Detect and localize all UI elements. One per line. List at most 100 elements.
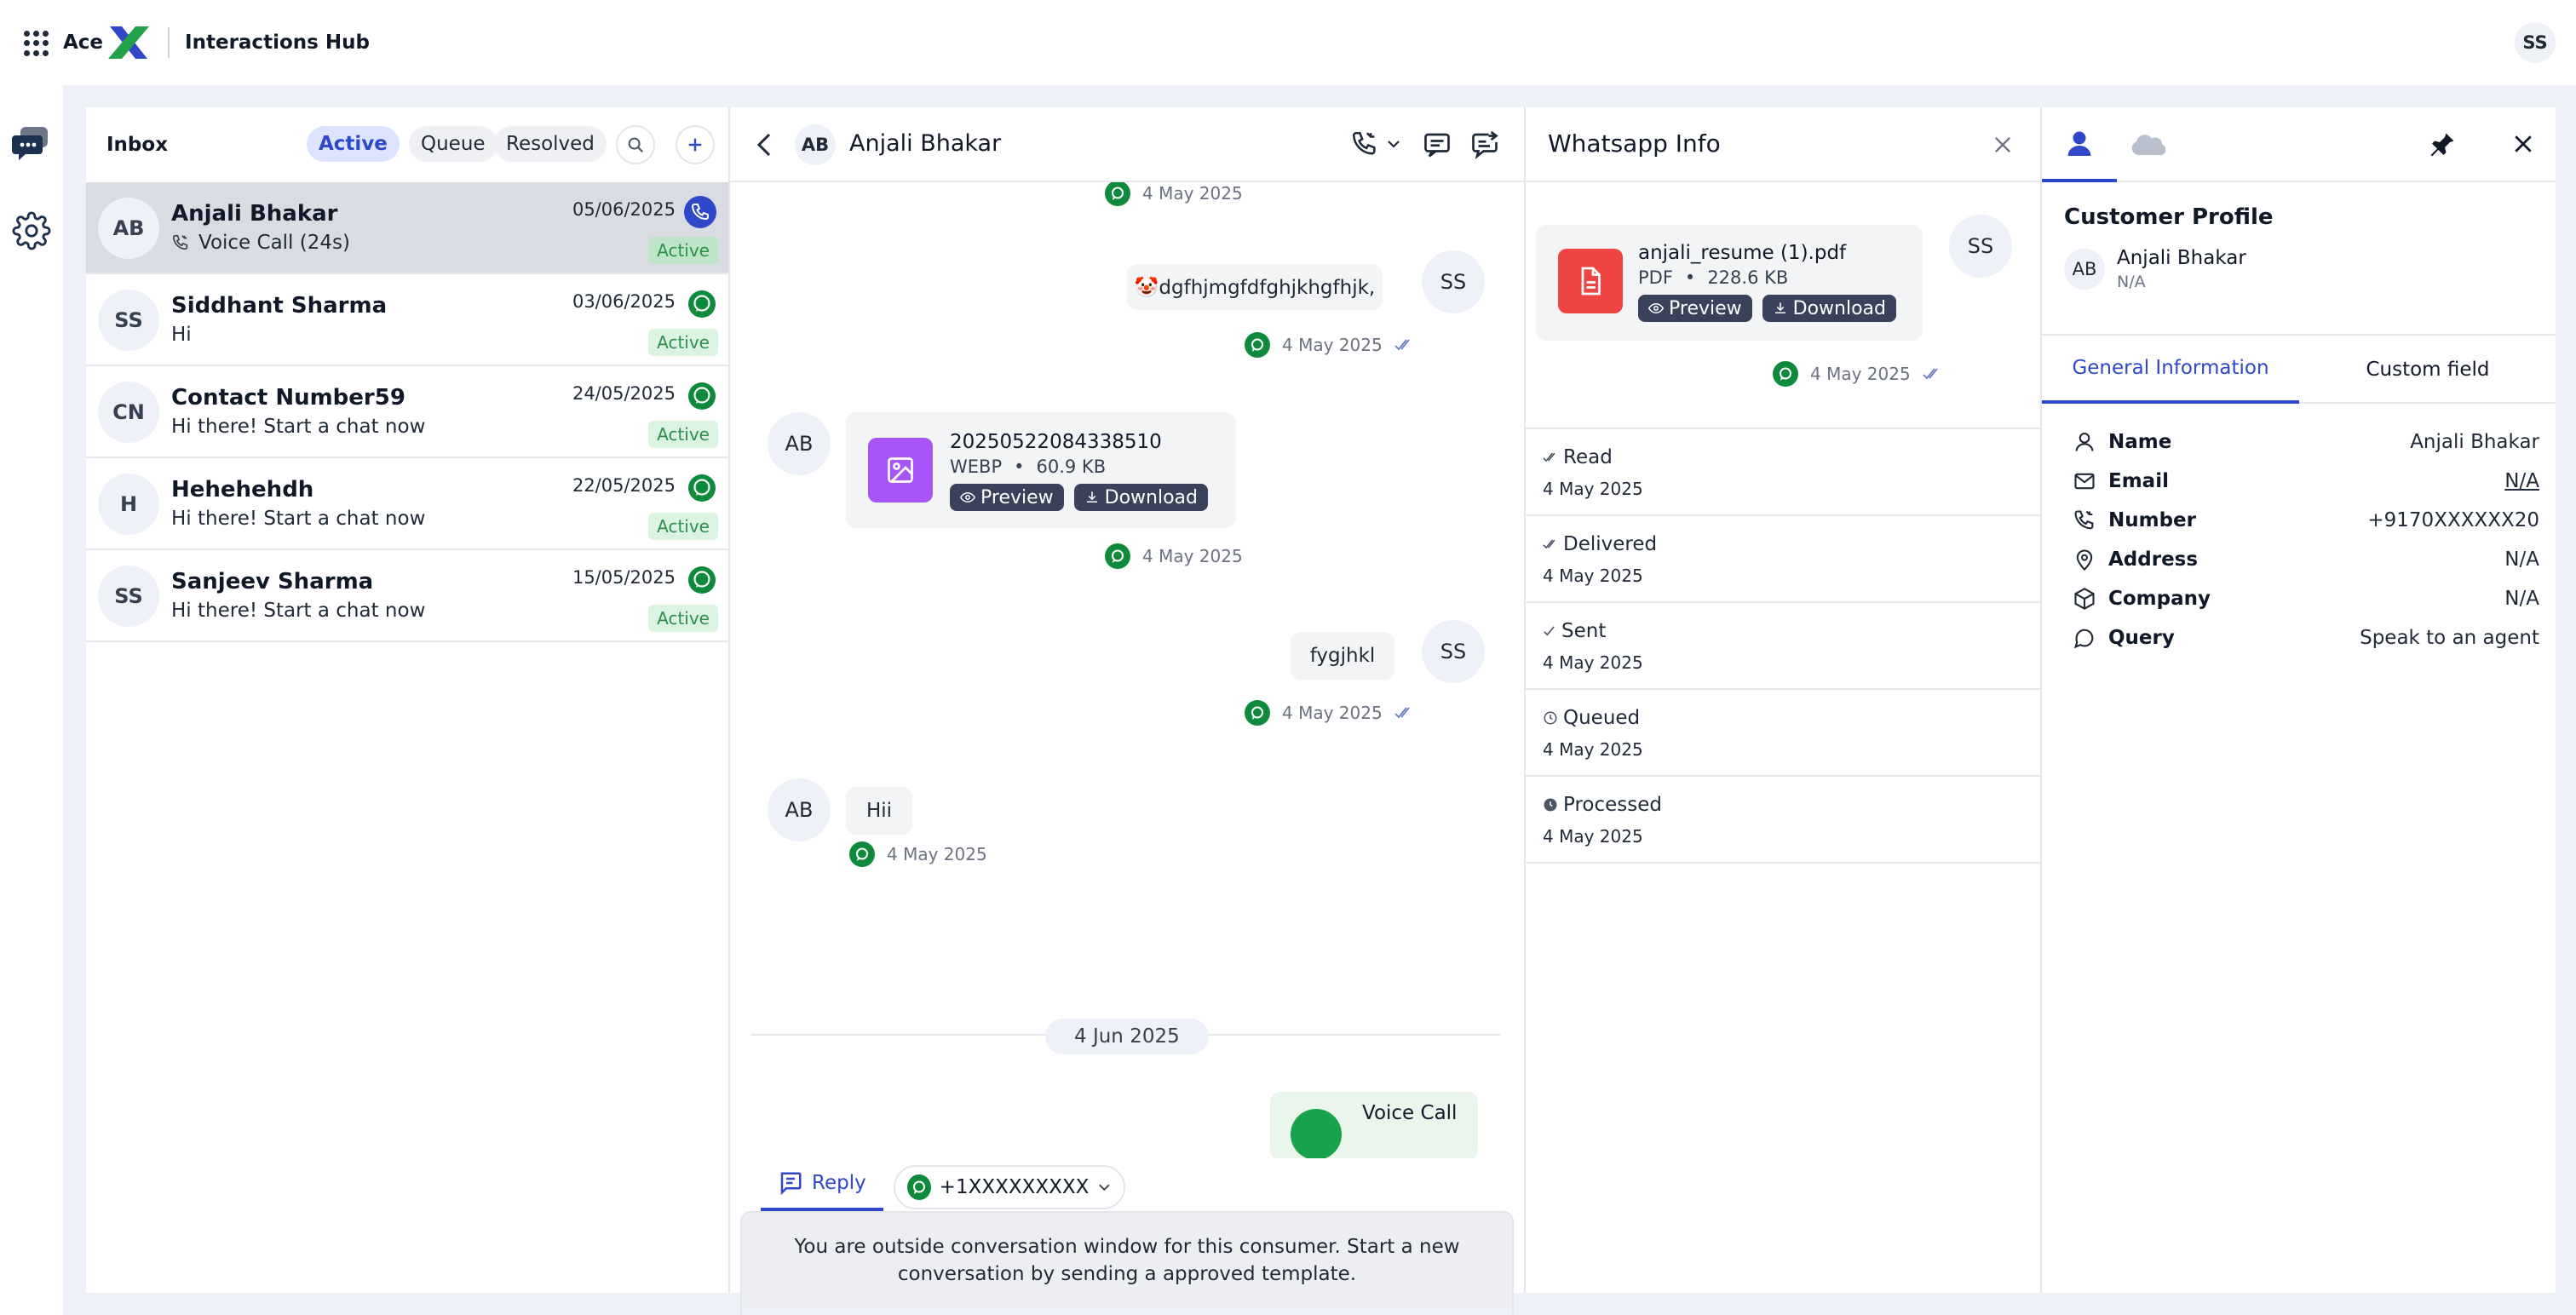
voice-call-label: Voice Call: [1362, 1102, 1458, 1124]
tab-general-information[interactable]: General Information: [2042, 336, 2299, 404]
field-value: +9170XXXXXX20: [2367, 509, 2539, 531]
conversation-item[interactable]: SS Sanjeev Sharma Hi there! Start a chat…: [86, 550, 728, 642]
whatsapp-icon: [687, 474, 716, 502]
status-delivered: Delivered 4 May 2025: [1526, 516, 2040, 603]
phone-icon: [1352, 131, 1376, 155]
transfer-chat-icon[interactable]: [1469, 129, 1500, 160]
contact-avatar: AB: [98, 198, 159, 259]
chevron-down-icon[interactable]: [1386, 136, 1401, 152]
eye-icon: [1648, 302, 1664, 314]
customer-profile-section: Customer Profile AB Anjali Bhakar N/A: [2042, 182, 2556, 336]
back-arrow-icon[interactable]: [754, 131, 774, 158]
file-name: anjali_resume (1).pdf: [1638, 242, 1847, 264]
conversation-date: 03/06/2025: [572, 291, 676, 312]
voice-call-card[interactable]: Voice Call: [1270, 1092, 1478, 1158]
file-actions: Preview Download: [1638, 295, 1896, 322]
contact-avatar: SS: [98, 566, 159, 627]
file-attachment: 20250522084338510 WEBP • 60.9 KB Preview …: [846, 412, 1236, 528]
agent-avatar: SS: [1422, 620, 1485, 683]
status-time: 4 May 2025: [1543, 739, 1643, 760]
phone-icon: [172, 234, 188, 250]
message-time: 4 May 2025: [1142, 183, 1243, 204]
reply-tab[interactable]: Reply: [761, 1158, 883, 1211]
new-conversation-button[interactable]: [676, 125, 715, 164]
filter-resolved[interactable]: Resolved: [494, 126, 607, 162]
close-icon[interactable]: [1991, 133, 2015, 157]
double-check-icon: [1394, 707, 1410, 719]
eye-icon: [960, 491, 975, 503]
pin-icon[interactable]: [2427, 129, 2458, 160]
status-label: Queued: [1563, 707, 1641, 729]
agent-avatar: SS: [1422, 250, 1485, 313]
status-time: 4 May 2025: [1543, 479, 1643, 499]
field-value: N/A: [2504, 548, 2539, 571]
contact-name: Sanjeev Sharma: [171, 569, 374, 594]
profile-tab[interactable]: [2042, 107, 2117, 182]
message-time: 4 May 2025: [1282, 703, 1383, 723]
message-thread: 4 May 2025 SS 🤡dgfhjmgfdfghjkhgfhjk, 4 M…: [730, 182, 1524, 1158]
whatsapp-info-panel: Whatsapp Info SS anjali_resume (1).pdf P…: [1524, 107, 2040, 1293]
agent-avatar: SS: [1949, 215, 2012, 278]
download-icon: [1774, 302, 1785, 313]
conversation-preview: Hi there! Start a chat now: [171, 416, 425, 438]
message-meta: 4 May 2025: [1245, 700, 1413, 726]
transcript-icon[interactable]: [1422, 129, 1452, 160]
whatsapp-icon: [1105, 182, 1130, 206]
image-file-icon: [868, 438, 933, 502]
app-launcher-icon[interactable]: [24, 31, 49, 56]
whatsapp-icon: [1245, 700, 1270, 726]
info-title: Whatsapp Info: [1548, 129, 1721, 158]
field-company: Company N/A: [2073, 579, 2539, 618]
email-link[interactable]: N/A: [2504, 470, 2539, 492]
field-query: Query Speak to an agent: [2073, 618, 2539, 658]
brand-logo: Ace Interactions Hub: [63, 24, 370, 61]
double-check-icon: [1394, 339, 1410, 351]
preview-text: Voice Call (24s): [198, 232, 350, 254]
field-value: Anjali Bhakar: [2410, 431, 2539, 453]
download-button[interactable]: Download: [1073, 484, 1208, 511]
contact-avatar: AB: [768, 778, 831, 841]
message-bubble: Hii: [846, 787, 912, 835]
conversation-item[interactable]: CN Contact Number59 Hi there! Start a ch…: [86, 366, 728, 458]
message-meta: 4 May 2025: [1105, 182, 1243, 206]
field-name: Name Anjali Bhakar: [2073, 422, 2539, 462]
preview-button[interactable]: Preview: [950, 484, 1064, 511]
status-processed: Processed 4 May 2025: [1526, 777, 2040, 864]
call-button[interactable]: [1350, 129, 1379, 158]
contact-avatar: CN: [98, 382, 159, 443]
file-type: WEBP: [950, 457, 1003, 477]
section-title: Customer Profile: [2064, 204, 2274, 230]
conversation-item[interactable]: AB Anjali Bhakar Voice Call (24s) 05/06/…: [86, 182, 728, 274]
chevron-down-icon: [1099, 1184, 1110, 1192]
inbox-title: Inbox: [106, 134, 169, 156]
salesforce-cloud-icon[interactable]: [2127, 128, 2168, 162]
gear-icon[interactable]: [10, 210, 53, 252]
status-time: 4 May 2025: [1543, 652, 1643, 673]
message-meta: 4 May 2025: [1773, 361, 1941, 387]
field-address: Address N/A: [2073, 540, 2539, 579]
filter-active[interactable]: Active: [307, 126, 400, 162]
conversation-item[interactable]: SS Siddhant Sharma Hi 03/06/2025 Active: [86, 274, 728, 366]
filter-queue[interactable]: Queue: [409, 126, 497, 162]
whatsapp-icon: [1105, 543, 1130, 569]
preview-button[interactable]: Preview: [1638, 295, 1752, 322]
search-icon: [628, 137, 643, 152]
brand-x-icon: [106, 25, 151, 60]
conversation-preview: Hi: [171, 324, 192, 346]
conversation-item[interactable]: H Hehehehdh Hi there! Start a chat now 2…: [86, 458, 728, 550]
download-button[interactable]: Download: [1762, 295, 1896, 322]
conversation-preview: Hi there! Start a chat now: [171, 508, 425, 530]
file-size: 228.6 KB: [1707, 267, 1789, 288]
field-value: Speak to an agent: [2360, 627, 2539, 649]
status-label: Processed: [1563, 794, 1662, 816]
chat-bubbles-icon[interactable]: [10, 123, 53, 165]
file-type: PDF: [1638, 267, 1673, 288]
preview-text: Hi: [171, 324, 192, 346]
location-pin-icon: [2076, 549, 2093, 571]
search-button[interactable]: [616, 125, 655, 164]
close-icon[interactable]: [2510, 131, 2536, 157]
phone-icon: [2074, 510, 2094, 530]
sender-number-select[interactable]: +1XXXXXXXXX: [894, 1165, 1125, 1209]
tab-custom-field[interactable]: Custom field: [2299, 336, 2556, 404]
user-avatar[interactable]: SS: [2515, 22, 2556, 63]
